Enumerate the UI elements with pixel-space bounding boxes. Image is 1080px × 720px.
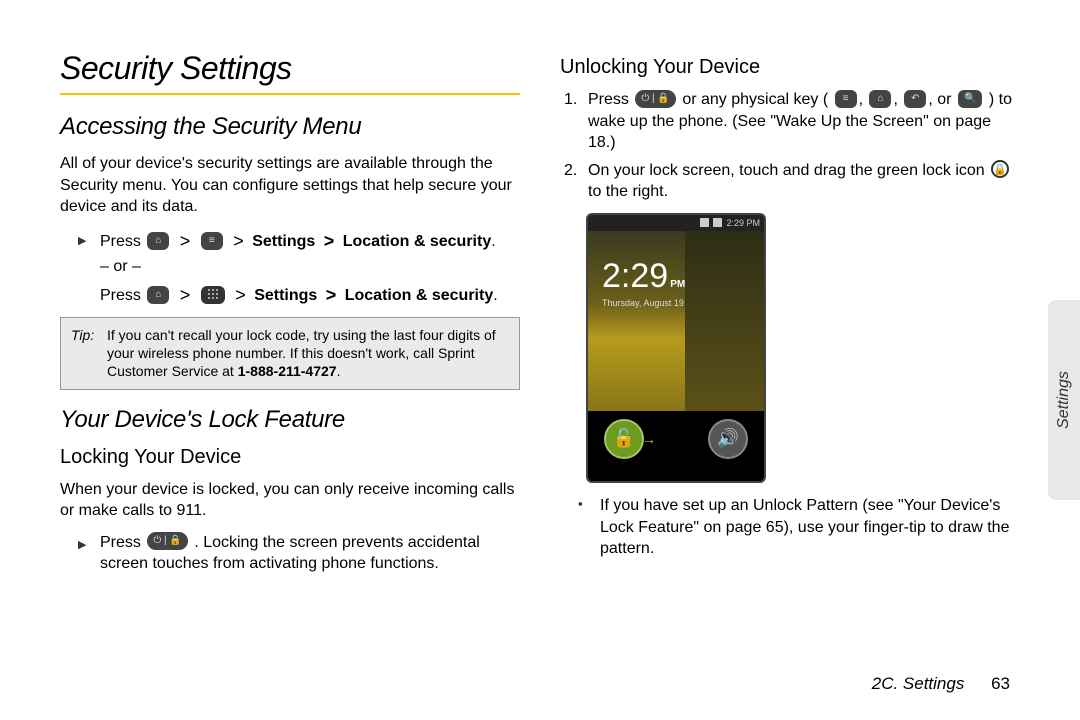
wallpaper: 2:29PM Thursday, August 19 — [588, 231, 764, 411]
right-column: Unlocking Your Device 1. Press ⏻ | 🔒 or … — [560, 50, 1020, 690]
gt-icon: > — [322, 285, 341, 305]
clock-date: Thursday, August 19 — [602, 298, 685, 308]
gt-icon: > — [229, 231, 248, 251]
sound-toggle-icon: 🔊 — [708, 419, 748, 459]
step-content: On your lock screen, touch and drag the … — [588, 160, 1020, 203]
step-content: Press ⏻ | 🔒 . Locking the screen prevent… — [100, 532, 520, 575]
gt-icon: > — [320, 231, 339, 251]
signal-icon — [700, 218, 709, 227]
lock-icon: 🔒 — [991, 160, 1009, 178]
note-unlock-pattern: If you have set up an Unlock Pattern (se… — [578, 495, 1020, 560]
step-content: Press ⌂ > ≡ > Settings > Location & secu… — [100, 228, 520, 253]
status-bar: 2:29 PM — [588, 215, 764, 231]
note-text: If you have set up an Unlock Pattern (se… — [600, 495, 1020, 560]
page-number: 63 — [991, 674, 1010, 693]
bullet-spacer — [78, 282, 100, 307]
nav-settings: Settings — [254, 287, 317, 304]
heading-locking-your-device: Locking Your Device — [60, 446, 520, 469]
gt-icon: > — [231, 285, 250, 305]
lockscreen-clock: 2:29PM Thursday, August 19 — [602, 257, 685, 308]
step-number: 1. — [564, 89, 588, 154]
page-title: Security Settings — [60, 50, 520, 87]
clock-pm: PM — [670, 279, 685, 290]
or-word: or — [937, 91, 951, 108]
text: Press — [100, 534, 145, 551]
bullet-arrow-icon — [78, 532, 100, 575]
support-phone-number: 1-888-211-4727 — [238, 363, 337, 379]
nav-location-security: Location & security — [343, 233, 491, 250]
status-time: 2:29 PM — [726, 218, 760, 228]
apps-grid-key-icon — [201, 286, 225, 304]
text: Press — [588, 91, 633, 108]
home-key-icon: ⌂ — [869, 90, 891, 108]
back-key-icon: ↶ — [904, 90, 926, 108]
manual-page: Security Settings Accessing the Security… — [0, 0, 1080, 720]
step-2-drag-lock: 2. On your lock screen, touch and drag t… — [564, 160, 1020, 203]
page-footer: 2C. Settings 63 — [872, 674, 1010, 694]
text: Press — [100, 233, 145, 250]
step-content: Press ⌂ > > Settings > Location & securi… — [100, 282, 520, 307]
step-nav-path-1: Press ⌂ > ≡ > Settings > Location & secu… — [78, 228, 520, 253]
nav-location-security: Location & security — [345, 287, 493, 304]
unlock-slider-row: 🔓 🔊 — [588, 410, 764, 468]
chapter-label: 2C. Settings — [872, 674, 965, 693]
comma: , — [859, 91, 868, 108]
clock-time: 2:29 — [602, 257, 668, 296]
heading-unlocking-your-device: Unlocking Your Device — [560, 56, 1020, 79]
left-column: Security Settings Accessing the Security… — [60, 50, 520, 690]
step-number: 2. — [564, 160, 588, 203]
or-separator: – or – — [100, 258, 520, 276]
text: Press — [100, 287, 145, 304]
nav-settings: Settings — [252, 233, 315, 250]
lockscreen-screenshot: 2:29 PM 2:29PM Thursday, August 19 🔓 🔊 — [586, 213, 766, 483]
step-nav-path-2: Press ⌂ > > Settings > Location & securi… — [78, 282, 520, 307]
comma: , — [893, 91, 902, 108]
heading-device-lock-feature: Your Device's Lock Feature — [60, 406, 520, 434]
paragraph-locking-intro: When your device is locked, you can only… — [60, 479, 520, 522]
comma: , — [928, 91, 937, 108]
home-key-icon: ⌂ — [147, 232, 169, 250]
step-content: Press ⏻ | 🔒 or any physical key ( ≡, ⌂, … — [588, 89, 1020, 154]
power-lock-key-icon: ⏻ | 🔒 — [635, 90, 676, 108]
section-tab: Settings — [1048, 300, 1080, 500]
text: or any physical key ( — [682, 91, 832, 108]
battery-icon — [713, 218, 722, 227]
step-1-wake: 1. Press ⏻ | 🔒 or any physical key ( ≡, … — [564, 89, 1020, 154]
search-key-icon: 🔍 — [958, 90, 982, 108]
text: On your lock screen, touch and drag the … — [588, 162, 989, 179]
menu-key-icon: ≡ — [835, 90, 857, 108]
heading-accessing-security-menu: Accessing the Security Menu — [60, 113, 520, 141]
tip-label: Tip: — [71, 326, 107, 381]
bullet-square-icon — [578, 495, 600, 560]
home-key-icon: ⌂ — [147, 286, 169, 304]
paragraph-access-intro: All of your device's security settings a… — [60, 153, 520, 218]
text: to the right. — [588, 183, 668, 200]
gt-icon: > — [176, 231, 195, 251]
tip-text: If you can't recall your lock code, try … — [107, 326, 509, 381]
power-lock-key-icon: ⏻ | 🔒 — [147, 532, 188, 550]
menu-key-icon: ≡ — [201, 232, 223, 250]
unlock-button-icon: 🔓 — [604, 419, 644, 459]
bullet-arrow-icon — [78, 228, 100, 253]
tip-box: Tip: If you can't recall your lock code,… — [60, 317, 520, 390]
title-underline — [60, 93, 520, 95]
section-tab-label: Settings — [1055, 371, 1073, 429]
step-lock-device: Press ⏻ | 🔒 . Locking the screen prevent… — [78, 532, 520, 575]
gt-icon: > — [176, 285, 195, 305]
